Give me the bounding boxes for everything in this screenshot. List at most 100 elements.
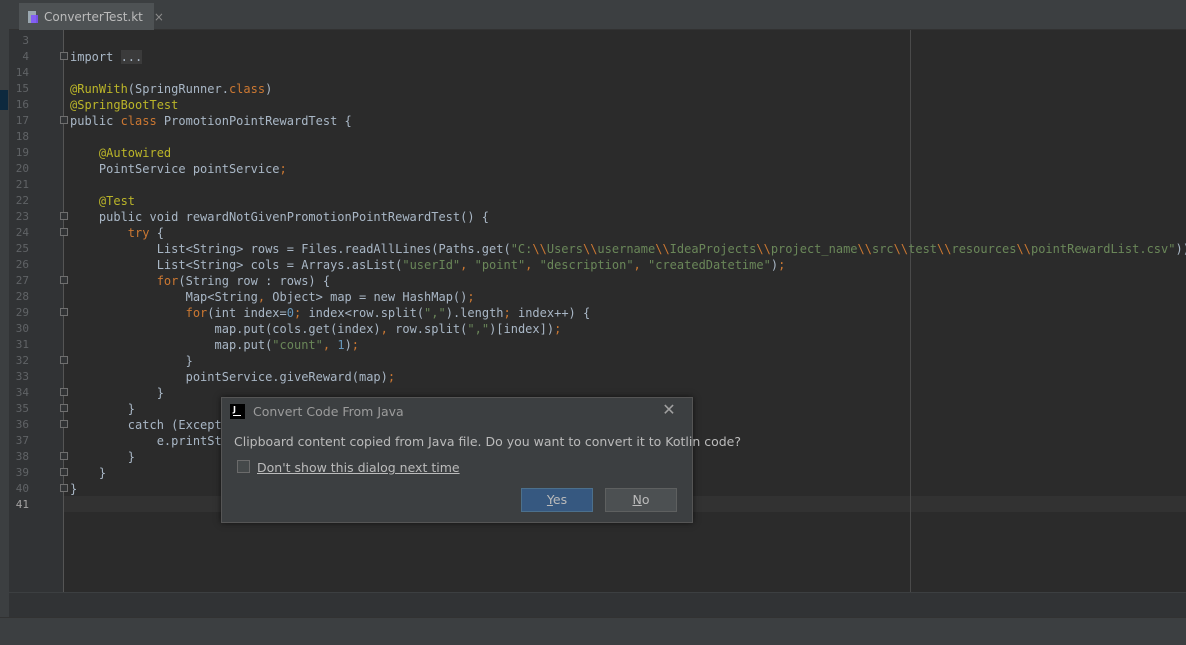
code-token: @Test <box>98 194 136 208</box>
code-line[interactable]: 31 map.put("count", 1); <box>9 337 1186 353</box>
code-token: "count" <box>272 338 323 352</box>
code-text: map.put("count", 1); <box>70 337 359 353</box>
dialog-title-bar[interactable]: J Convert Code From Java ✕ <box>222 398 692 426</box>
code-line[interactable]: 16 @SpringBootTest <box>9 97 1186 113</box>
yes-button[interactable]: Yes <box>521 488 593 512</box>
code-line[interactable]: 27 for(String row : rows) { <box>9 273 1186 289</box>
code-token: public void rewardNotGivenPromotionPoint… <box>70 210 490 224</box>
code-text: } <box>70 465 106 481</box>
code-text: e.printSta <box>70 433 229 449</box>
code-line[interactable]: 14 <box>9 65 1186 81</box>
code-token: , <box>380 322 396 336</box>
fold-marker-icon[interactable] <box>60 468 68 476</box>
code-line[interactable]: 26 List<String> cols = Arrays.asList("us… <box>9 257 1186 273</box>
code-token: } <box>70 482 78 496</box>
fold-marker-icon[interactable] <box>60 388 68 396</box>
code-token: } <box>70 354 193 368</box>
fold-marker-icon[interactable] <box>60 212 68 220</box>
code-line[interactable]: 17 public class PromotionPointRewardTest … <box>9 113 1186 129</box>
code-line[interactable]: 3 <box>9 33 1186 49</box>
code-token: "," <box>467 322 490 336</box>
code-line[interactable]: 22 @Test <box>9 193 1186 209</box>
code-line[interactable]: 28 Map<String, Object> map = new HashMap… <box>9 289 1186 305</box>
code-token: ; <box>503 306 518 320</box>
fold-marker-icon[interactable] <box>60 308 68 316</box>
code-line[interactable]: 21 <box>9 177 1186 193</box>
line-number: 16 <box>15 98 29 111</box>
code-token: index++) { <box>517 306 591 320</box>
code-token: ; <box>294 306 309 320</box>
code-line[interactable]: 4 import ... <box>9 49 1186 65</box>
code-text: map.put(cols.get(index), row.split(",")[… <box>70 321 561 337</box>
code-line[interactable]: 15 @RunWith(SpringRunner.class) <box>9 81 1186 97</box>
line-number: 3 <box>22 34 29 47</box>
code-token: map.put(cols.get(index) <box>70 322 381 336</box>
code-text: List<String> rows = Files.readAllLines(P… <box>70 241 1186 257</box>
code-token: class <box>120 114 157 128</box>
code-token: (SpringRunner. <box>127 82 229 96</box>
code-line[interactable]: 32 } <box>9 353 1186 369</box>
fold-marker-icon[interactable] <box>60 116 68 124</box>
code-line[interactable]: 33 pointService.giveReward(map); <box>9 369 1186 385</box>
code-token: @SpringBootTest <box>70 98 179 112</box>
code-line[interactable]: 23 public void rewardNotGivenPromotionPo… <box>9 209 1186 225</box>
code-text: for(int index=0; index<row.split(",").le… <box>70 305 591 321</box>
fold-marker-icon[interactable] <box>60 404 68 412</box>
code-text: pointService.giveReward(map); <box>70 369 396 385</box>
line-number: 15 <box>15 82 29 95</box>
line-number: 25 <box>15 242 29 255</box>
line-number: 33 <box>15 370 29 383</box>
code-token: , <box>460 258 475 272</box>
line-number: 23 <box>15 210 29 223</box>
fold-marker-icon[interactable] <box>60 484 68 492</box>
code-text: public void rewardNotGivenPromotionPoint… <box>70 209 489 225</box>
code-text: @Test <box>70 193 135 209</box>
code-token: (String row : rows) { <box>178 274 331 288</box>
line-number: 21 <box>15 178 29 191</box>
code-line[interactable]: 18 <box>9 129 1186 145</box>
line-number: 20 <box>15 162 29 175</box>
code-token: map.put( <box>70 338 273 352</box>
line-number: 26 <box>15 258 29 271</box>
code-token: , <box>525 258 540 272</box>
code-line[interactable]: 25 List<String> rows = Files.readAllLine… <box>9 241 1186 257</box>
dont-show-checkbox-label[interactable]: Don't show this dialog next time <box>257 460 460 475</box>
fold-marker-icon[interactable] <box>60 452 68 460</box>
code-token: catch (Excepti <box>70 418 229 432</box>
editor-bottom-panel <box>9 592 1186 617</box>
code-token: \\ <box>937 242 952 256</box>
intellij-logo-icon: J <box>230 404 245 419</box>
code-text: import ... <box>70 49 143 65</box>
fold-marker-icon[interactable] <box>60 52 68 60</box>
code-token: ) <box>265 82 273 96</box>
code-line[interactable]: 29 for(int index=0; index<row.split(",")… <box>9 305 1186 321</box>
tab-close-icon[interactable]: × <box>154 10 164 24</box>
fold-marker-icon[interactable] <box>60 420 68 428</box>
code-token: ; <box>279 162 287 176</box>
code-line[interactable]: 19 @Autowired <box>9 145 1186 161</box>
code-line[interactable]: 24 try { <box>9 225 1186 241</box>
tab-converter-test[interactable]: ConverterTest.kt × <box>19 3 164 30</box>
code-token: row.split( <box>395 322 468 336</box>
code-token: \\ <box>655 242 670 256</box>
line-number: 38 <box>15 450 29 463</box>
structure-marker[interactable] <box>0 90 8 110</box>
close-icon[interactable]: ✕ <box>660 401 678 419</box>
fold-marker-icon[interactable] <box>60 228 68 236</box>
code-token: import <box>70 50 121 64</box>
code-line[interactable]: 30 map.put(cols.get(index), row.split(",… <box>9 321 1186 337</box>
no-button[interactable]: No <box>605 488 677 512</box>
code-line[interactable]: 20 PointService pointService; <box>9 161 1186 177</box>
code-token: username <box>597 242 656 256</box>
code-token: 1 <box>337 338 345 352</box>
code-token: "createdDatetime" <box>648 258 771 272</box>
line-number: 30 <box>15 322 29 335</box>
fold-marker-icon[interactable] <box>60 276 68 284</box>
code-token: Users <box>546 242 583 256</box>
dont-show-checkbox[interactable] <box>237 460 250 473</box>
fold-marker-icon[interactable] <box>60 356 68 364</box>
code-token: for <box>185 306 208 320</box>
code-token: List<String> rows = Files.readAllLines(P… <box>70 242 511 256</box>
